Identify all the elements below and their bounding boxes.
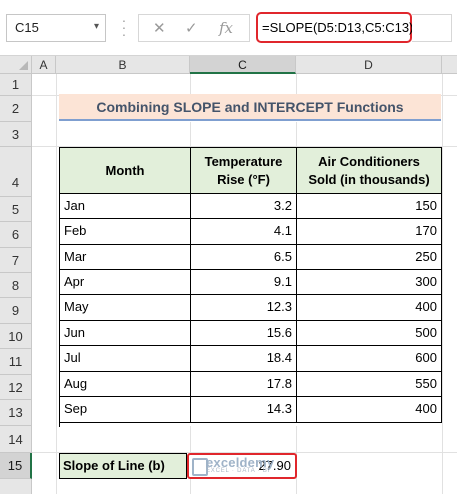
row-header-5[interactable]: 5 xyxy=(0,197,32,222)
cell-month[interactable]: Jul xyxy=(60,346,191,372)
row-header-15[interactable]: 15 xyxy=(0,453,32,479)
row-header-11[interactable]: 11 xyxy=(0,349,32,375)
cell-temperature[interactable]: 4.1 xyxy=(191,219,297,245)
cell-month[interactable]: Feb xyxy=(60,219,191,245)
formula-bar: C15 ▾ · · · ✕ ✓ fx =SLOPE(D5:D13,C5:C13) xyxy=(0,0,457,56)
slope-value-cell[interactable]: 27.90 xyxy=(187,453,297,479)
sheet-title[interactable]: Combining SLOPE and INTERCEPT Functions xyxy=(59,94,441,121)
row-header-8[interactable]: 8 xyxy=(0,273,32,298)
cell-temperature[interactable]: 12.3 xyxy=(191,295,297,321)
row-header-10[interactable]: 10 xyxy=(0,324,32,349)
gridline xyxy=(190,122,191,147)
cell-temperature[interactable]: 14.3 xyxy=(191,397,297,423)
slope-label[interactable]: Slope of Line (b) xyxy=(59,453,187,479)
cell-temperature[interactable]: 9.1 xyxy=(191,270,297,295)
cell-month[interactable]: Jan xyxy=(60,194,191,219)
enter-icon[interactable]: ✓ xyxy=(185,19,198,37)
fx-icon[interactable]: fx xyxy=(219,19,233,37)
cell-ac-sold[interactable]: 400 xyxy=(297,397,442,423)
gridline xyxy=(442,74,443,494)
cell-ac-sold[interactable]: 250 xyxy=(297,245,442,270)
gridline xyxy=(190,426,191,453)
cell-ac-sold[interactable]: 150 xyxy=(297,194,442,219)
row-header-1[interactable]: 1 xyxy=(0,74,32,96)
cell-temperature[interactable]: 15.6 xyxy=(191,321,297,346)
cell-ac-sold[interactable]: 500 xyxy=(297,321,442,346)
drag-handle-icon[interactable]: · · · xyxy=(120,13,128,41)
gridline xyxy=(296,74,297,94)
row-header-9[interactable]: 9 xyxy=(0,298,32,324)
header-ac-sold-line2: Sold (in thousands) xyxy=(308,171,430,187)
row-header-6[interactable]: 6 xyxy=(0,222,32,248)
column-header-a[interactable]: A xyxy=(32,56,56,74)
cell-month[interactable]: Mar xyxy=(60,245,191,270)
column-header-e[interactable] xyxy=(442,56,457,74)
gridline xyxy=(56,74,57,494)
cell-temperature[interactable]: 17.8 xyxy=(191,372,297,397)
column-header-c[interactable]: C xyxy=(190,56,296,74)
cancel-icon[interactable]: ✕ xyxy=(153,19,166,37)
cell-temperature[interactable]: 18.4 xyxy=(191,346,297,372)
row-header-14[interactable]: 14 xyxy=(0,426,32,453)
header-temperature-line1: Temperature xyxy=(204,153,283,169)
cell-month[interactable]: May xyxy=(60,295,191,321)
header-ac-sold-line1: Air Conditioners xyxy=(318,153,420,169)
row-header-3[interactable]: 3 xyxy=(0,122,32,147)
cell-temperature[interactable]: 6.5 xyxy=(191,245,297,270)
row-header-12[interactable]: 12 xyxy=(0,375,32,400)
cell-month[interactable]: Apr xyxy=(60,270,191,295)
select-all-icon xyxy=(19,61,28,70)
name-box-value: C15 xyxy=(15,20,39,35)
data-table: Month Temperature Rise (°F) Air Conditio… xyxy=(59,147,442,427)
cell-temperature[interactable]: 3.2 xyxy=(191,194,297,219)
cell-ac-sold[interactable]: 170 xyxy=(297,219,442,245)
row-header-4[interactable]: 4 xyxy=(0,147,32,197)
gridline xyxy=(190,479,191,494)
select-all-corner[interactable] xyxy=(0,56,32,74)
gridline xyxy=(190,74,191,94)
cell-month[interactable]: Jun xyxy=(60,321,191,346)
cell-ac-sold[interactable]: 550 xyxy=(297,372,442,397)
slope-value: 27.90 xyxy=(258,458,291,473)
gridline xyxy=(296,122,297,147)
header-temperature[interactable]: Temperature Rise (°F) xyxy=(191,148,297,194)
chevron-down-icon[interactable]: ▾ xyxy=(94,21,99,32)
name-box[interactable]: C15 ▾ xyxy=(6,14,106,42)
cell-ac-sold[interactable]: 400 xyxy=(297,295,442,321)
formula-input[interactable]: =SLOPE(D5:D13,C5:C13) xyxy=(256,12,413,43)
row-header-2[interactable]: 2 xyxy=(0,96,32,122)
header-ac-sold[interactable]: Air Conditioners Sold (in thousands) xyxy=(297,148,442,194)
cell-ac-sold[interactable]: 300 xyxy=(297,270,442,295)
column-header-b[interactable]: B xyxy=(56,56,190,74)
cell-month[interactable]: Sep xyxy=(60,397,191,423)
column-header-d[interactable]: D xyxy=(296,56,442,74)
header-temperature-line2: Rise (°F) xyxy=(217,171,270,187)
cell-month[interactable]: Aug xyxy=(60,372,191,397)
formula-buttons: ✕ ✓ fx xyxy=(138,14,250,42)
formula-bar-extension[interactable] xyxy=(412,14,452,42)
row-header-16[interactable] xyxy=(0,479,32,494)
header-month[interactable]: Month xyxy=(60,148,191,194)
row-header-7[interactable]: 7 xyxy=(0,248,32,273)
row-header-13[interactable]: 13 xyxy=(0,400,32,426)
header-month-label: Month xyxy=(105,162,145,178)
cell-ac-sold[interactable]: 600 xyxy=(297,346,442,372)
